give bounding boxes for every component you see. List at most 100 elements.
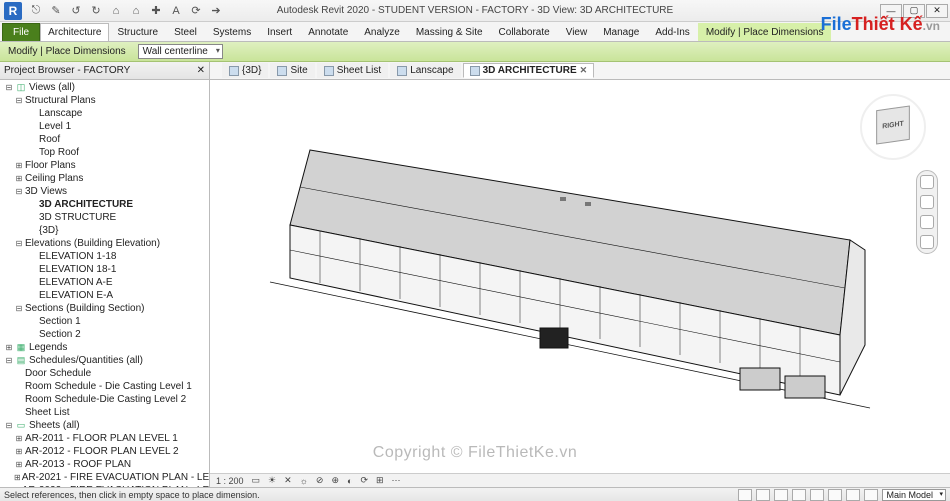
ribbon-tab-systems[interactable]: Systems bbox=[205, 23, 259, 41]
viewctrl-button-7[interactable]: ⟳ bbox=[358, 475, 370, 486]
tree-item[interactable]: ⊟Structural Plans bbox=[0, 94, 209, 107]
canvas[interactable]: RIGHT bbox=[210, 80, 950, 473]
workset-select[interactable]: Main Model bbox=[882, 489, 946, 501]
qat-button-8[interactable]: ⟳ bbox=[188, 3, 204, 19]
collapse-icon[interactable]: ⊟ bbox=[14, 304, 24, 314]
qat-button-5[interactable]: ⌂ bbox=[128, 3, 144, 19]
viewctrl-button-6[interactable]: ◐ bbox=[345, 476, 354, 486]
ribbon-tab-steel[interactable]: Steel bbox=[166, 23, 205, 41]
scale-label[interactable]: 1 : 200 bbox=[214, 476, 246, 486]
wall-select[interactable]: Wall centerline bbox=[138, 44, 223, 59]
view-tab[interactable]: Lanscape bbox=[390, 63, 460, 78]
view-tab-close-icon[interactable]: ✕ bbox=[580, 65, 588, 76]
expand-icon[interactable]: ⊞ bbox=[14, 434, 24, 444]
expand-icon[interactable]: ⊞ bbox=[4, 343, 14, 353]
tree-item[interactable]: ⊞AR-2022 - FIRE EVACUATION PLAN - LEVEL … bbox=[0, 484, 209, 487]
tree-item[interactable]: ⊟Sections (Building Section) bbox=[0, 302, 209, 315]
viewctrl-button-2[interactable]: ✕ bbox=[282, 475, 294, 486]
viewctrl-button-1[interactable]: ☀ bbox=[266, 475, 278, 486]
expand-icon[interactable]: ⊞ bbox=[14, 447, 24, 457]
status-button-5[interactable] bbox=[774, 489, 788, 501]
ribbon-tab-massing-site[interactable]: Massing & Site bbox=[408, 23, 491, 41]
view-tab[interactable]: {3D} bbox=[222, 63, 268, 78]
ribbon-tab-analyze[interactable]: Analyze bbox=[356, 23, 408, 41]
tree-item[interactable]: Level 1 bbox=[0, 120, 209, 133]
tree-item[interactable]: 3D ARCHITECTURE bbox=[0, 198, 209, 211]
viewctrl-button-8[interactable]: ⊞ bbox=[374, 475, 386, 486]
tree-item[interactable]: ⊞AR-2021 - FIRE EVACUATION PLAN - LEVEL … bbox=[0, 471, 209, 484]
qat-button-4[interactable]: ⌂ bbox=[108, 3, 124, 19]
status-button-3[interactable] bbox=[810, 489, 824, 501]
status-button-6[interactable] bbox=[756, 489, 770, 501]
qat-button-3[interactable]: ↻ bbox=[88, 3, 104, 19]
viewctrl-button-3[interactable]: ☼ bbox=[298, 476, 310, 486]
tree-item[interactable]: ⊟▤Schedules/Quantities (all) bbox=[0, 354, 209, 367]
nav-wheel-icon[interactable] bbox=[920, 175, 934, 189]
ribbon-tab-architecture[interactable]: Architecture bbox=[40, 23, 109, 41]
status-button-1[interactable] bbox=[846, 489, 860, 501]
viewcube[interactable]: RIGHT bbox=[866, 100, 920, 154]
file-tab[interactable]: File bbox=[2, 23, 40, 41]
tree-item[interactable]: ⊟Elevations (Building Elevation) bbox=[0, 237, 209, 250]
tree-item[interactable]: ⊞Ceiling Plans bbox=[0, 172, 209, 185]
status-button-4[interactable] bbox=[792, 489, 806, 501]
collapse-icon[interactable]: ⊟ bbox=[14, 239, 24, 249]
collapse-icon[interactable]: ⊟ bbox=[4, 421, 14, 431]
viewctrl-button-5[interactable]: ⊕ bbox=[329, 475, 341, 486]
nav-zoom-icon[interactable] bbox=[920, 215, 934, 229]
tree-item[interactable]: ELEVATION 1-18 bbox=[0, 250, 209, 263]
qat-button-0[interactable]: ⎋ bbox=[28, 3, 44, 19]
qat-button-6[interactable]: ✚ bbox=[148, 3, 164, 19]
ribbon-tab-insert[interactable]: Insert bbox=[259, 23, 300, 41]
tree-item[interactable]: 3D STRUCTURE bbox=[0, 211, 209, 224]
viewctrl-button-4[interactable]: ⊘ bbox=[314, 475, 326, 486]
tree-item[interactable]: ELEVATION E-A bbox=[0, 289, 209, 302]
tree-item[interactable]: ⊞AR-2011 - FLOOR PLAN LEVEL 1 bbox=[0, 432, 209, 445]
tree-item[interactable]: ⊟◫Views (all) bbox=[0, 81, 209, 94]
qat-button-2[interactable]: ↺ bbox=[68, 3, 84, 19]
collapse-icon[interactable]: ⊟ bbox=[4, 83, 14, 93]
collapse-icon[interactable]: ⊟ bbox=[14, 187, 24, 197]
qat-button-1[interactable]: ✎ bbox=[48, 3, 64, 19]
tree-item[interactable]: ⊞Floor Plans bbox=[0, 159, 209, 172]
tree-item[interactable]: ⊞AR-2013 - ROOF PLAN bbox=[0, 458, 209, 471]
tree-item[interactable]: ⊟▭Sheets (all) bbox=[0, 419, 209, 432]
tree-item[interactable]: Roof bbox=[0, 133, 209, 146]
tree-item[interactable]: Lanscape bbox=[0, 107, 209, 120]
nav-orbit-icon[interactable] bbox=[920, 235, 934, 249]
browser-tree[interactable]: ⊟◫Views (all)⊟Structural PlansLanscapeLe… bbox=[0, 80, 209, 487]
tree-item[interactable]: Section 1 bbox=[0, 315, 209, 328]
viewctrl-button-0[interactable]: ▭ bbox=[250, 475, 263, 486]
tree-item[interactable]: Sheet List bbox=[0, 406, 209, 419]
contextual-tab[interactable]: Modify | Place Dimensions bbox=[698, 23, 832, 41]
tree-item[interactable]: {3D} bbox=[0, 224, 209, 237]
tree-item[interactable]: Room Schedule - Die Casting Level 1 bbox=[0, 380, 209, 393]
status-button-7[interactable] bbox=[738, 489, 752, 501]
viewctrl-button-9[interactable]: ⋯ bbox=[390, 475, 403, 486]
qat-button-9[interactable]: ➔ bbox=[208, 3, 224, 19]
expand-icon[interactable]: ⊞ bbox=[14, 460, 24, 470]
nav-pan-icon[interactable] bbox=[920, 195, 934, 209]
tree-item[interactable]: ELEVATION A-E bbox=[0, 276, 209, 289]
expand-icon[interactable]: ⊞ bbox=[14, 486, 21, 488]
tree-item[interactable]: ELEVATION 18-1 bbox=[0, 263, 209, 276]
tree-item[interactable]: Top Roof bbox=[0, 146, 209, 159]
qat-button-7[interactable]: A bbox=[168, 3, 184, 19]
viewcube-face[interactable]: RIGHT bbox=[876, 105, 910, 144]
status-button-2[interactable] bbox=[828, 489, 842, 501]
tree-item[interactable]: Room Schedule-Die Casting Level 2 bbox=[0, 393, 209, 406]
tree-item[interactable]: ⊞AR-2012 - FLOOR PLAN LEVEL 2 bbox=[0, 445, 209, 458]
collapse-icon[interactable]: ⊟ bbox=[14, 96, 24, 106]
ribbon-tab-add-ins[interactable]: Add-Ins bbox=[647, 23, 697, 41]
ribbon-tab-annotate[interactable]: Annotate bbox=[300, 23, 356, 41]
tree-item[interactable]: ⊟3D Views bbox=[0, 185, 209, 198]
tree-item[interactable]: Section 2 bbox=[0, 328, 209, 341]
ribbon-tab-view[interactable]: View bbox=[558, 23, 596, 41]
view-tab[interactable]: 3D ARCHITECTURE✕ bbox=[463, 63, 595, 78]
browser-close-icon[interactable]: ✕ bbox=[197, 65, 205, 76]
expand-icon[interactable]: ⊞ bbox=[14, 174, 24, 184]
ribbon-tab-collaborate[interactable]: Collaborate bbox=[491, 23, 558, 41]
expand-icon[interactable]: ⊞ bbox=[14, 161, 24, 171]
collapse-icon[interactable]: ⊟ bbox=[4, 356, 14, 366]
status-button-0[interactable] bbox=[864, 489, 878, 501]
